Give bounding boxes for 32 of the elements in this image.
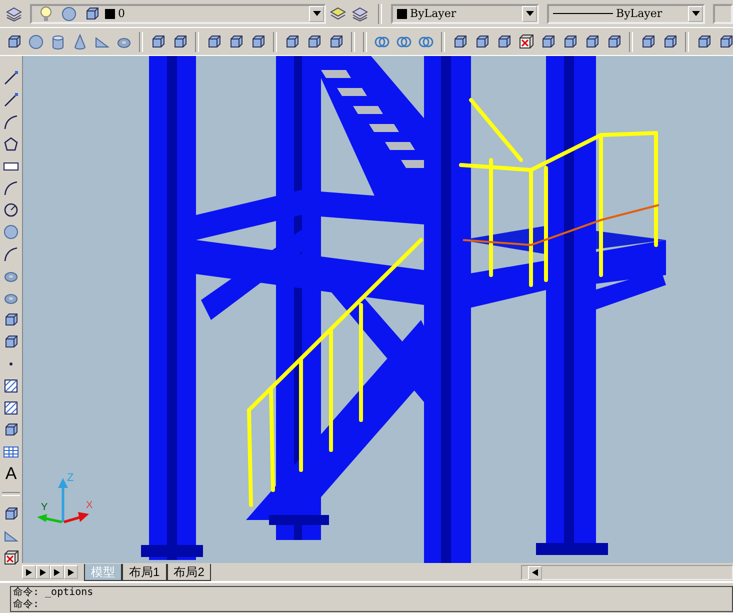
layer-dropdown[interactable]: 0 bbox=[30, 4, 326, 24]
command-text: 命令: _options bbox=[13, 587, 94, 599]
tab-nav-button[interactable] bbox=[50, 565, 64, 579]
line-sample-icon bbox=[553, 12, 613, 14]
color-swatch bbox=[105, 8, 115, 18]
tab-nav-button[interactable] bbox=[36, 565, 50, 579]
linetype-dropdown[interactable]: ByLayer bbox=[547, 4, 705, 24]
triangle-icon bbox=[68, 568, 74, 576]
horizontal-scrollbar[interactable] bbox=[521, 564, 733, 580]
model-viewport[interactable]: Z Y X bbox=[23, 56, 733, 563]
color-dropdown[interactable]: ByLayer bbox=[391, 4, 539, 24]
tab-nav-button[interactable] bbox=[64, 565, 78, 579]
triangle-icon bbox=[26, 568, 32, 576]
color-value: ByLayer bbox=[410, 7, 456, 20]
triangle-icon bbox=[54, 568, 60, 576]
layout-tab[interactable]: 布局2 bbox=[166, 564, 212, 580]
layout-tab[interactable]: 布局1 bbox=[122, 564, 167, 580]
layer-name: 0 bbox=[118, 7, 125, 20]
color-swatch bbox=[397, 8, 407, 18]
command-text: 命令: bbox=[13, 599, 40, 611]
x-axis-label: X bbox=[86, 500, 93, 511]
tab-nav-button[interactable] bbox=[22, 565, 36, 579]
triangle-icon bbox=[40, 568, 46, 576]
triangle-icon bbox=[532, 569, 538, 576]
text-tool[interactable]: A bbox=[1, 464, 21, 484]
linetype-value: ByLayer bbox=[616, 7, 662, 20]
x-axis-arrow bbox=[64, 512, 89, 524]
z-axis-arrow bbox=[58, 478, 68, 522]
scroll-left-button[interactable] bbox=[528, 566, 542, 580]
y-axis-label: Y bbox=[41, 502, 48, 513]
z-axis-label: Z bbox=[67, 472, 74, 484]
y-axis-arrow bbox=[37, 514, 62, 524]
